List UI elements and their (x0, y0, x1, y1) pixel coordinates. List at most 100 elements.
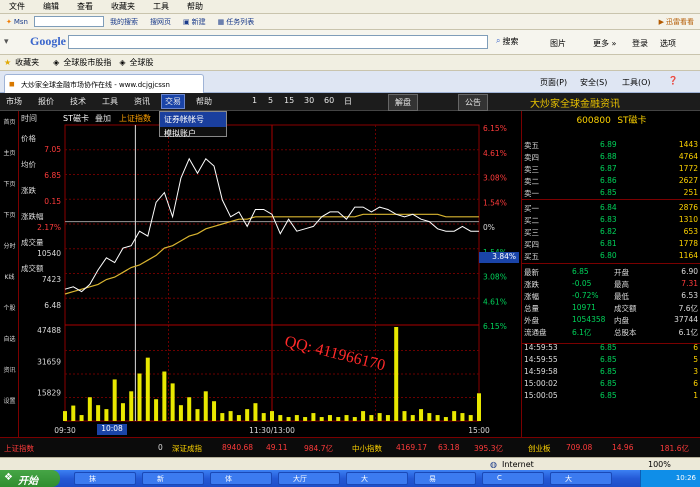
google-search-input[interactable] (68, 35, 488, 49)
overlay-label[interactable]: 叠加 (95, 113, 111, 124)
fav-link-1[interactable]: 全球股市股指 (63, 57, 111, 68)
pct-axis-label: 3.08% (483, 174, 507, 183)
left-strip-btn[interactable]: 首页 (1, 117, 18, 126)
tick-row[interactable]: 14:59:58 6.85 3 (522, 366, 700, 377)
stat-row[interactable]: 涨幅 -0.72% 最低 6.53 (522, 290, 700, 301)
fav-link-2[interactable]: 全球股 (129, 57, 153, 68)
left-strip-btn[interactable]: K线 (1, 272, 18, 281)
stat-row[interactable]: 涨跌 -0.05 最高 7.31 (522, 278, 700, 289)
left-label: 均价 (21, 159, 36, 169)
ask-row[interactable]: 卖五 6.89 1443 (522, 139, 700, 150)
link-task-list[interactable]: ▦ 任务列表 (212, 17, 261, 27)
app-menu-tools[interactable]: 工具 (102, 96, 118, 107)
vol-axis-label: 47488 (37, 326, 61, 335)
left-strip-btn[interactable]: 个股 (1, 303, 18, 312)
taskbar-button[interactable]: 抹 (74, 472, 136, 485)
taskbar-button[interactable]: 体 (210, 472, 272, 485)
taskbar-button[interactable]: 新 (142, 472, 204, 485)
tick-row[interactable]: 15:00:05 6.85 1 (522, 390, 700, 401)
bid-row[interactable]: 买三 6.82 653 (522, 226, 700, 237)
menu-view[interactable]: 查看 (68, 1, 102, 12)
volume-bar (137, 373, 142, 421)
bid-row[interactable]: 买五 6.80 1164 (522, 250, 700, 261)
google-menu-icon[interactable]: ▾ (4, 37, 9, 47)
period-30[interactable]: 30 (304, 96, 314, 105)
google-more[interactable]: 更多 » (593, 38, 616, 49)
stock-header: 600800 ST磁卡 (522, 113, 700, 127)
google-images[interactable]: 图片 (550, 38, 566, 49)
zoom-level[interactable]: 100% (648, 460, 671, 469)
menu-edit[interactable]: 编辑 (34, 1, 68, 12)
stat-row[interactable]: 流通盘 6.1亿 总股本 6.1亿 (522, 326, 700, 337)
menu-file[interactable]: 文件 (0, 1, 34, 12)
app-menu-news[interactable]: 资讯 (134, 96, 150, 107)
announcement-button[interactable]: 公告 (458, 94, 488, 111)
taskbar-button[interactable]: 大 (346, 472, 408, 485)
taskbar-button[interactable]: 大厅 (278, 472, 340, 485)
safety-menu[interactable]: 安全(S) (580, 77, 607, 88)
tools-menu[interactable]: 工具(O) (622, 77, 651, 88)
start-button[interactable]: ❖ 开始 (0, 470, 60, 487)
left-strip-btn[interactable]: 资讯 (1, 365, 18, 374)
ask-row[interactable]: 卖三 6.87 1772 (522, 163, 700, 174)
period-1[interactable]: 1 (252, 96, 257, 105)
stat-row[interactable]: 最新 6.85 开盘 6.90 (522, 266, 700, 277)
cursor-time: 10:08 (97, 424, 127, 435)
bid-price: 6.84 (600, 203, 617, 212)
windows-logo-icon: ❖ (4, 472, 13, 483)
period-60[interactable]: 60 (324, 96, 334, 105)
tick-row[interactable]: 14:59:55 6.85 5 (522, 354, 700, 365)
link-new[interactable]: ▣ 新建 (177, 17, 212, 27)
page-menu[interactable]: 页面(P) (540, 77, 567, 88)
help-icon[interactable]: ❓ (668, 76, 678, 85)
app-menu-market[interactable]: 市场 (6, 96, 22, 107)
app-menu-help[interactable]: 帮助 (196, 96, 212, 107)
google-login[interactable]: 登录 (632, 38, 648, 49)
favorites-label[interactable]: 收藏夹 (15, 57, 39, 68)
app-menu-quote[interactable]: 报价 (38, 96, 54, 107)
msn-search-input[interactable] (34, 16, 104, 27)
ask-row[interactable]: 卖一 6.85 251 (522, 187, 700, 198)
menu-help[interactable]: 帮助 (178, 1, 212, 12)
google-search-button[interactable]: ⌕ 搜索 (496, 36, 518, 47)
period-15[interactable]: 15 (284, 96, 294, 105)
browser-tab[interactable]: ◼ 大炒家全球金融市场协作在线 - www.dcjgjcssn (4, 74, 204, 93)
ask-row[interactable]: 卖四 6.88 4764 (522, 151, 700, 162)
link-search-web[interactable]: 搜网页 (144, 17, 177, 27)
bid-row[interactable]: 买二 6.83 1310 (522, 214, 700, 225)
current-pct-box: 3.84% (479, 252, 519, 263)
left-value: 7423 (42, 275, 61, 284)
left-strip-btn[interactable]: 下页 (1, 179, 18, 188)
google-toolbar: ▾ Google ⌕ 搜索 图片 更多 » 登录 选项 (0, 30, 700, 55)
link-msn[interactable]: ✦ Msn (0, 18, 34, 26)
left-strip-btn[interactable]: 下页 (1, 210, 18, 219)
taskbar-button[interactable]: 易 (414, 472, 476, 485)
dropdown-item-account[interactable]: 证券帐帐号 (160, 112, 226, 127)
google-options[interactable]: 选项 (660, 38, 676, 49)
taskbar-button[interactable]: 大 (550, 472, 612, 485)
left-strip-btn[interactable]: 自选 (1, 334, 18, 343)
star-icon: ★ (4, 58, 12, 67)
stat-row[interactable]: 总量 10971 成交额 7.6亿 (522, 302, 700, 313)
stat-row[interactable]: 外盘 1054358 内盘 37744 (522, 314, 700, 325)
app-menu-tech[interactable]: 技术 (70, 96, 86, 107)
menu-tools[interactable]: 工具 (144, 1, 178, 12)
dropdown-item-sim[interactable]: 模拟账户 (160, 127, 226, 140)
period-day[interactable]: 日 (344, 96, 352, 107)
left-strip-btn[interactable]: 主页 (1, 148, 18, 157)
taskbar-button[interactable]: C (482, 472, 544, 485)
bid-row[interactable]: 买一 6.84 2876 (522, 202, 700, 213)
tick-row[interactable]: 15:00:02 6.85 6 (522, 378, 700, 389)
ask-row[interactable]: 卖二 6.86 2627 (522, 175, 700, 186)
link-my-search[interactable]: 我的搜索 (104, 17, 144, 27)
jiepan-button[interactable]: 解盘 (388, 94, 418, 111)
link-xunlei[interactable]: ▶ 迅雷看看 (653, 17, 700, 27)
period-5[interactable]: 5 (268, 96, 273, 105)
left-strip-btn[interactable]: 设置 (1, 396, 18, 405)
bid-row[interactable]: 买四 6.81 1778 (522, 238, 700, 249)
tick-vol: 6 (693, 343, 698, 352)
app-menu-trade[interactable]: 交易 (161, 94, 185, 109)
left-strip-btn[interactable]: 分时 (1, 241, 18, 250)
volume-bar (344, 415, 349, 421)
menu-favorites[interactable]: 收藏夹 (102, 1, 144, 12)
